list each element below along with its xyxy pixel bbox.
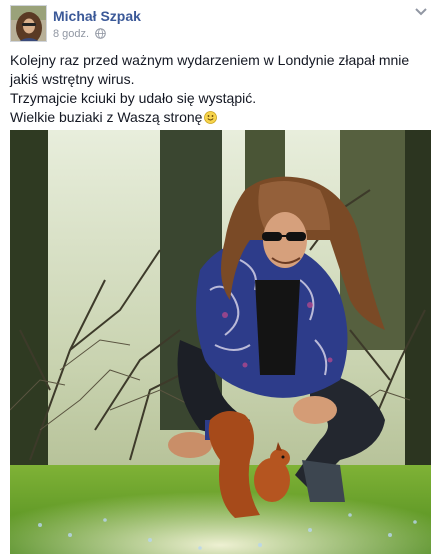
post-photo-image xyxy=(10,130,431,554)
author-name-link[interactable]: Michał Szpak xyxy=(53,8,141,24)
avatar-image xyxy=(11,6,46,41)
smile-emoji-icon xyxy=(204,110,218,124)
post-text-line: Wielkie buziaki z Waszą stronę xyxy=(10,109,203,125)
facebook-post: Michał Szpak 8 godz. Kolejny raz przed w… xyxy=(0,0,437,560)
post-meta: 8 godz. xyxy=(53,28,106,42)
post-photo[interactable] xyxy=(10,130,431,554)
chevron-down-icon[interactable] xyxy=(413,5,429,19)
post-text-line: Kolejny raz przed ważnym wydarzeniem w L… xyxy=(10,52,410,87)
post-header: Michał Szpak 8 godz. xyxy=(10,5,429,43)
post-text-line: Trzymajcie kciuki by udało się wystąpić. xyxy=(10,90,257,106)
post-timestamp[interactable]: 8 godz. xyxy=(53,28,89,40)
post-text-line-last: Wielkie buziaki z Waszą stronę xyxy=(10,108,427,127)
post-text: Kolejny raz przed ważnym wydarzeniem w L… xyxy=(10,51,427,127)
globe-icon xyxy=(95,28,106,42)
avatar[interactable] xyxy=(10,5,47,42)
